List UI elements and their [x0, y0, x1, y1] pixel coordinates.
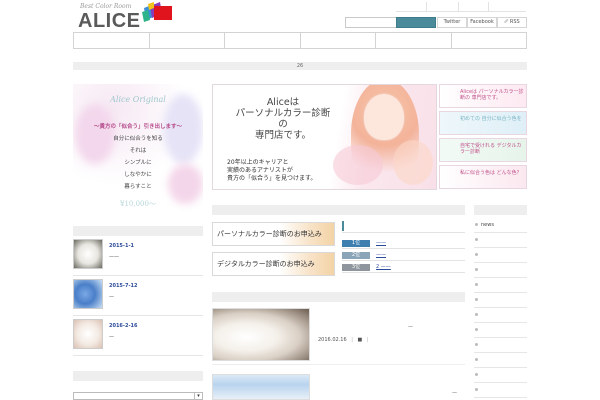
post-date: 2016-2-16 — [109, 323, 138, 329]
logo-tagline: Best Color Room — [80, 3, 132, 10]
nav-item-6[interactable] — [452, 33, 527, 48]
thumb-3[interactable]: 自宅で受けれる デジタルカラー診断 — [439, 138, 527, 162]
post-featured-image[interactable] — [212, 374, 310, 400]
rank-badge-2: 2位 — [342, 252, 370, 259]
post-title[interactable]: — — [452, 390, 457, 396]
nav-item-2[interactable] — [150, 33, 225, 48]
post-excerpt: — — [109, 294, 114, 300]
category-item[interactable] — [474, 338, 527, 353]
sidebar-section-header — [73, 371, 203, 381]
category-item[interactable] — [474, 383, 527, 398]
sub-line: 20年以上のキャリアと — [227, 159, 289, 166]
headline-line: 専門店です。 — [254, 130, 312, 141]
thumb-2[interactable]: 初めての 自分に似合う色を — [439, 111, 527, 135]
promo-line: シンプルに — [124, 160, 152, 166]
ranking-marker — [342, 221, 344, 231]
search-button[interactable] — [396, 17, 436, 28]
post-thumbnail — [73, 319, 103, 349]
sub-line: 実績のあるアナリストが — [227, 167, 293, 174]
global-nav — [73, 32, 527, 49]
headline-line: Aliceは — [266, 97, 300, 108]
category-icon: ■ — [357, 337, 363, 343]
category-item[interactable] — [474, 308, 527, 323]
promo-line: 自分に似合うを知る — [113, 136, 163, 142]
post-date: 2016.02.16 — [318, 337, 347, 343]
divider — [342, 260, 465, 261]
category-item[interactable] — [474, 248, 527, 263]
sub-line: 貴方の「似合う」を見つけます。 — [227, 175, 317, 182]
digital-color-apply-button[interactable]: デジタルカラー診断のお申込み — [212, 252, 335, 276]
post-featured-image[interactable] — [212, 308, 310, 361]
section-header — [212, 205, 465, 215]
thumb-4[interactable]: 私に似合う色は どんな色？ — [439, 165, 527, 189]
post-date: 2015-7-12 — [109, 283, 138, 289]
rss-link[interactable]: ␥ RSS — [497, 17, 527, 28]
list-item[interactable]: 2015-1-1 —— — [73, 236, 203, 276]
facebook-link[interactable]: Facebook — [467, 17, 497, 28]
promo-title: Alice Original — [110, 95, 166, 104]
category-item[interactable] — [474, 353, 527, 368]
flower-decoration — [393, 140, 433, 185]
post-thumbnail — [73, 239, 103, 269]
rank-link-1[interactable]: —— — [376, 240, 386, 246]
category-item[interactable] — [474, 368, 527, 383]
meta-separator: | — [351, 337, 353, 343]
color-squares-icon — [142, 2, 172, 22]
chevron-down-icon: ▾ — [194, 393, 202, 399]
categories-header — [474, 205, 527, 215]
post-excerpt: —— — [109, 254, 119, 260]
category-item-news[interactable]: news — [474, 218, 527, 233]
post-meta: 2016.02.16 | ■ | — [318, 337, 372, 343]
recent-posts-header — [73, 226, 203, 236]
twitter-link[interactable]: Twitter — [437, 17, 467, 28]
post-date: 2015-1-1 — [109, 243, 135, 249]
meta-separator: | — [366, 337, 369, 343]
site-logo[interactable]: Best Color Room ALICE — [78, 2, 188, 32]
logo-wordmark: ALICE — [78, 10, 141, 32]
personal-color-apply-button[interactable]: パーソナルカラー診断のお申込み — [212, 222, 335, 246]
flower-decoration — [333, 145, 383, 185]
nav-item-4[interactable] — [301, 33, 376, 48]
archive-select[interactable]: ▾ — [73, 392, 203, 400]
post-title[interactable]: — — [408, 324, 413, 330]
post-thumbnail — [73, 279, 103, 309]
banner-subtext: 20年以上のキャリアと 実績のあるアナリストが 貴方の「似合う」を見つけます。 — [227, 159, 316, 183]
promo-line: しなやかに — [124, 172, 152, 178]
rank-badge-3: 3位 — [342, 264, 370, 271]
nav-item-3[interactable] — [225, 33, 301, 48]
nav-item-1[interactable] — [74, 33, 150, 48]
list-item[interactable]: 2016-2-16 — — [73, 316, 203, 356]
category-item[interactable] — [474, 293, 527, 308]
slider-indicator: 26 — [73, 62, 527, 70]
search-input[interactable] — [345, 17, 397, 28]
post-excerpt: — — [109, 334, 114, 340]
illustration-face — [363, 93, 405, 141]
promo-line: それは — [129, 148, 147, 154]
promo-line: 暮らすこと — [124, 184, 152, 190]
thumb-1[interactable]: Aliceは パーソナルカラー診断の 専門店です。 — [439, 84, 527, 108]
rank-badge-1: 1位 — [342, 240, 370, 247]
divider — [342, 232, 465, 233]
promo-price: ¥10,000〜 — [120, 200, 156, 208]
banner-headline: Aliceは パーソナルカラー診断の 専門店です。 — [233, 97, 333, 141]
category-item[interactable] — [474, 323, 527, 338]
divider — [342, 248, 465, 249]
category-item[interactable] — [474, 233, 527, 248]
promo-tagline: 〜貴方の「似合う」引き出します〜 — [93, 124, 182, 130]
promo-banner[interactable]: Alice Original 〜貴方の「似合う」引き出します〜 自分に似合うを知… — [73, 84, 203, 212]
header-top-rule — [396, 2, 526, 12]
list-item[interactable]: 2015-7-12 — — [73, 276, 203, 316]
headline-line: パーソナルカラー診断の — [235, 108, 331, 130]
divider — [212, 364, 465, 365]
nav-item-5[interactable] — [376, 33, 452, 48]
divider — [342, 272, 465, 273]
hero-banner[interactable]: Aliceは パーソナルカラー診断の 専門店です。 20年以上のキャリアと 実績… — [212, 84, 437, 190]
rss-label: RSS — [509, 19, 520, 25]
rank-link-2[interactable]: —— — [376, 252, 386, 258]
category-item[interactable] — [474, 278, 527, 293]
category-item[interactable] — [474, 263, 527, 278]
section-header — [212, 292, 465, 302]
rank-link-3[interactable]: 2 —— — [376, 264, 391, 270]
